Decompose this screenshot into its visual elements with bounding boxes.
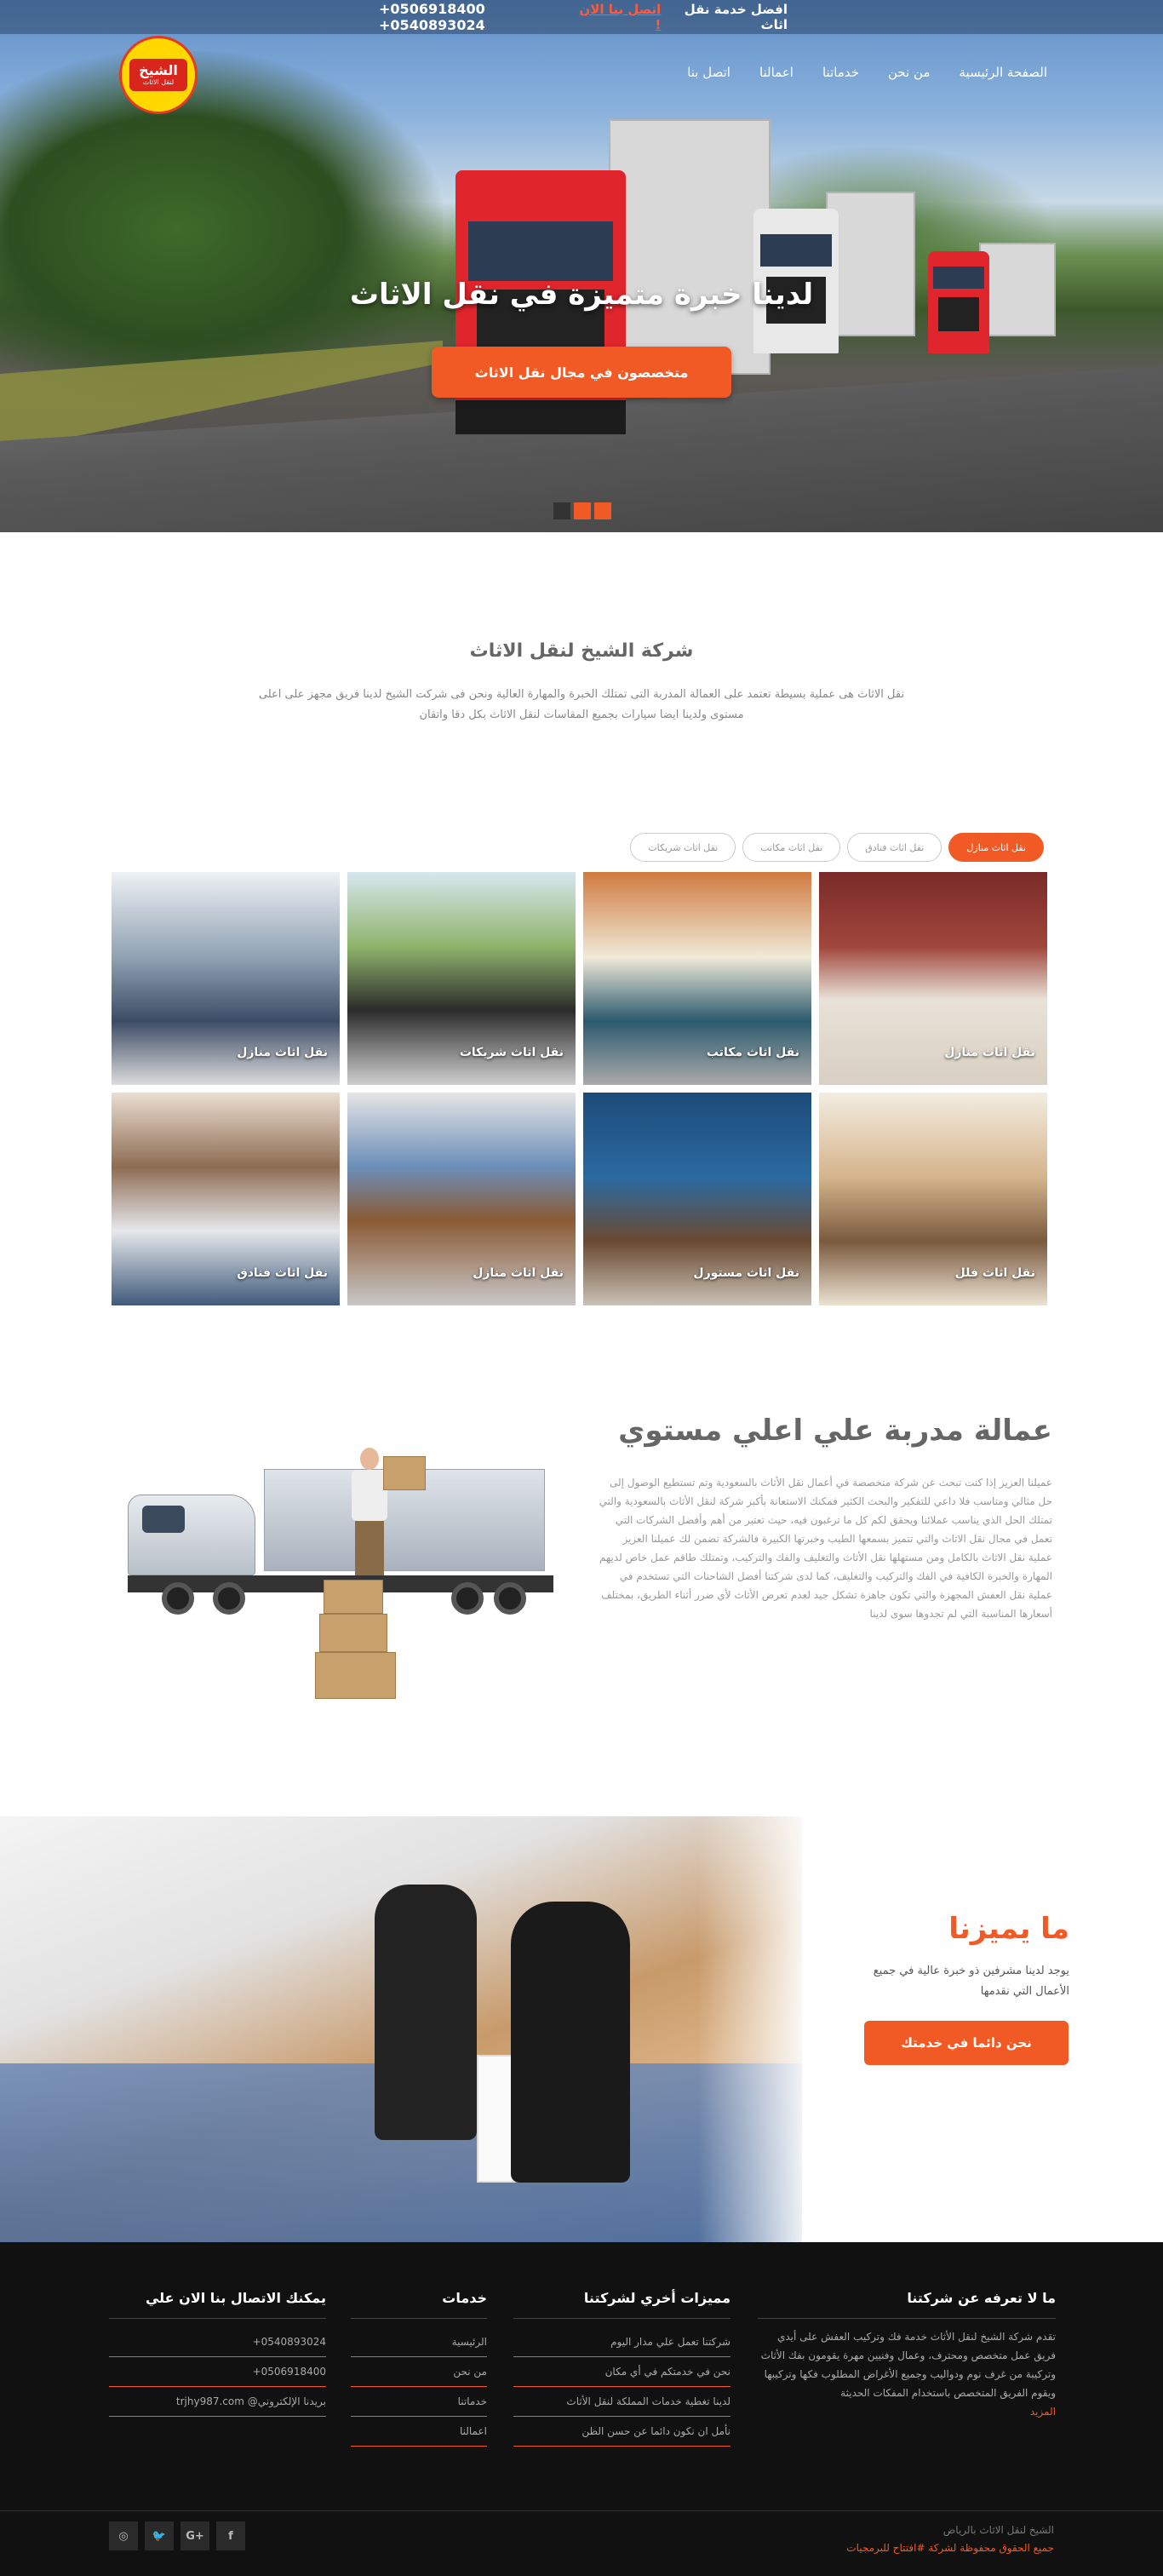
- gallery-item[interactable]: نقل اثاث مكاتب: [583, 872, 811, 1085]
- call-now-link[interactable]: اتصل بنا الان !: [579, 2, 661, 32]
- footer-features-title: مميزات أخري لشركتنا: [513, 2290, 730, 2319]
- hero-title: لدينا خبرة متميزة في نقل الاثاث: [349, 278, 814, 312]
- footer-link-about[interactable]: من نحن: [351, 2357, 487, 2387]
- carton-box: [324, 1580, 383, 1614]
- footer-link-services[interactable]: خدماتنا: [351, 2387, 487, 2417]
- carton-box: [383, 1456, 426, 1490]
- wheel-icon: [451, 1582, 484, 1615]
- gallery-caption: نقل اثاث منازل: [237, 1046, 328, 1059]
- wheel-icon: [494, 1582, 526, 1615]
- nav-contact[interactable]: اتصل بنا: [687, 65, 730, 80]
- tab-companies[interactable]: نقل اثاث شريكات: [630, 833, 736, 862]
- tab-homes[interactable]: نقل اثاث منازل: [948, 833, 1044, 862]
- gallery-caption: نقل اثاث شريكات: [459, 1046, 564, 1059]
- gallery-caption: نقل اثاث فنادق: [237, 1266, 328, 1280]
- google-plus-icon[interactable]: G+: [180, 2521, 209, 2550]
- gallery-item[interactable]: نقل اثاث فنادق: [112, 1093, 340, 1305]
- gallery-caption: نقل اثاث مستورل: [693, 1266, 799, 1280]
- footer-link-home[interactable]: الرئيسية: [351, 2327, 487, 2357]
- wheel-icon: [162, 1582, 194, 1615]
- footer: ما لا تعرفه عن شركتنا تقدم شركة الشيخ لن…: [0, 2242, 1163, 2576]
- footer-divider: [0, 2510, 1163, 2511]
- footer-copyright-2[interactable]: جميع الحقوق محفوظة لشركة #افتتاح للبرمجي…: [846, 2542, 1054, 2554]
- nav-services[interactable]: خدماتنا: [822, 65, 859, 80]
- footer-link-works[interactable]: اعمالنا: [351, 2417, 487, 2447]
- gallery-caption: نقل اثاث منازل: [473, 1266, 564, 1280]
- footer-feature-item: نحن في خدمتكم في أي مكان: [513, 2357, 730, 2387]
- tab-hotels[interactable]: نقل اثاث فنادق: [847, 833, 942, 862]
- truck-mover-illustration: [111, 1439, 570, 1703]
- site-logo[interactable]: الشيخ لنقل الاثاث: [119, 36, 198, 114]
- intro-title: شركة الشيخ لنقل الاثاث: [469, 640, 694, 662]
- workers-title: عمالة مدربة علي اعلي مستوي: [618, 1414, 1052, 1448]
- top-slogan: افضل خدمة نقل اثاث: [684, 2, 788, 32]
- footer-more-link[interactable]: المزيد: [1030, 2406, 1056, 2418]
- footer-services-title: خدمات: [351, 2290, 487, 2319]
- logo-subtitle: لنقل الاثاث: [142, 78, 175, 86]
- gallery-item[interactable]: نقل اثاث فلل: [819, 1093, 1047, 1305]
- gallery-item[interactable]: نقل اثاث منازل: [112, 872, 340, 1085]
- footer-about: ما لا تعرفه عن شركتنا تقدم شركة الشيخ لن…: [758, 2290, 1056, 2418]
- gallery-item[interactable]: نقل اثاث منازل: [347, 1093, 576, 1305]
- footer-phone-1[interactable]: 0540893024+: [109, 2327, 326, 2357]
- gallery-caption: نقل اثاث مكاتب: [706, 1046, 799, 1059]
- gallery-item[interactable]: نقل اثاث مستورل: [583, 1093, 811, 1305]
- footer-contact: يمكنك الاتصال بنا الان علي 0540893024+ 0…: [109, 2290, 326, 2417]
- footer-features: مميزات أخري لشركتنا شركتنا تعمل علي مدار…: [513, 2290, 730, 2447]
- nav-works[interactable]: اعمالنا: [759, 65, 793, 80]
- gallery-grid: نقل اثاث منازل نقل اثاث مكاتب نقل اثاث ش…: [109, 872, 1047, 1305]
- carton-box: [319, 1614, 387, 1652]
- gallery-item[interactable]: نقل اثاث منازل: [819, 872, 1047, 1085]
- truck-cab-shape: [128, 1495, 255, 1575]
- logo-name: الشيخ: [139, 62, 178, 78]
- twitter-icon[interactable]: 🐦: [145, 2521, 174, 2550]
- logo-badge: الشيخ لنقل الاثاث: [129, 59, 187, 91]
- footer-phone-2[interactable]: 0506918400+: [109, 2357, 326, 2387]
- intro-text: نقل الاثاث هى عملية بسيطة تعتمد على العم…: [258, 688, 905, 721]
- slider-dot-3[interactable]: [594, 502, 611, 519]
- slider-dot-1[interactable]: [553, 502, 570, 519]
- top-bar: افضل خدمة نقل اثاث اتصل بنا الان ! +0506…: [0, 0, 1163, 34]
- wheel-icon: [213, 1582, 245, 1615]
- hero-cta-button[interactable]: متخصصون في مجال نقل الاثاث: [432, 347, 731, 398]
- footer-feature-item: شركتنا تعمل علي مدار اليوم: [513, 2327, 730, 2357]
- social-links: ◎ 🐦 G+ f: [109, 2521, 245, 2550]
- nav-home[interactable]: الصفحة الرئيسية: [960, 65, 1048, 80]
- features-cta-button[interactable]: نحن دائما في خدمتك: [864, 2021, 1068, 2065]
- footer-email[interactable]: بريدنا الإلكتروني@ trjhy987.com: [109, 2387, 326, 2417]
- workers-text: عميلنا العزيز إذا كنت تبحث عن شركة متخصص…: [599, 1477, 1052, 1620]
- facebook-icon[interactable]: f: [216, 2521, 245, 2550]
- footer-copyright-1: الشيخ لنقل الاثاث بالرياض: [942, 2524, 1054, 2536]
- gallery-item[interactable]: نقل اثاث شريكات: [347, 872, 576, 1085]
- main-nav: الصفحة الرئيسية من نحن خدماتنا اعمالنا ا…: [647, 65, 1047, 80]
- assembly-photo: [0, 1816, 802, 2242]
- instagram-icon[interactable]: ◎: [109, 2521, 138, 2550]
- gallery-caption: نقل اثاث منازل: [944, 1046, 1035, 1059]
- features-text: يوجد لدينا مشرفين ذو خبرة عالية في جميع …: [873, 1965, 1069, 1998]
- footer-feature-item: نأمل ان نكون دائما عن حسن الظن: [513, 2417, 730, 2447]
- nav-about[interactable]: من نحن: [888, 65, 931, 80]
- slider-dot-2[interactable]: [574, 502, 591, 519]
- footer-feature-item: لدينا تغطية خدمات المملكة لنقل الأثاث: [513, 2387, 730, 2417]
- footer-services: خدمات الرئيسية من نحن خدماتنا اعمالنا: [351, 2290, 487, 2447]
- gallery-caption: نقل اثاث فلل: [954, 1266, 1035, 1280]
- gallery-tabs: نقل اثاث منازل نقل اثاث فنادق نقل اثاث م…: [630, 833, 1044, 862]
- top-phones[interactable]: +0506918400 +0540893024: [379, 1, 572, 33]
- footer-about-title: ما لا تعرفه عن شركتنا: [758, 2290, 1056, 2319]
- tab-offices[interactable]: نقل اثاث مكاتب: [742, 833, 841, 862]
- slider-dots: [553, 502, 611, 519]
- footer-about-text: تقدم شركة الشيخ لنقل الأثاث خدمة فك وترك…: [760, 2331, 1056, 2399]
- features-title: ما يميزنا: [948, 1912, 1069, 1946]
- footer-contact-title: يمكنك الاتصال بنا الان علي: [109, 2290, 326, 2319]
- carton-box: [315, 1652, 396, 1699]
- hero-slider: افضل خدمة نقل اثاث اتصل بنا الان ! +0506…: [0, 0, 1163, 532]
